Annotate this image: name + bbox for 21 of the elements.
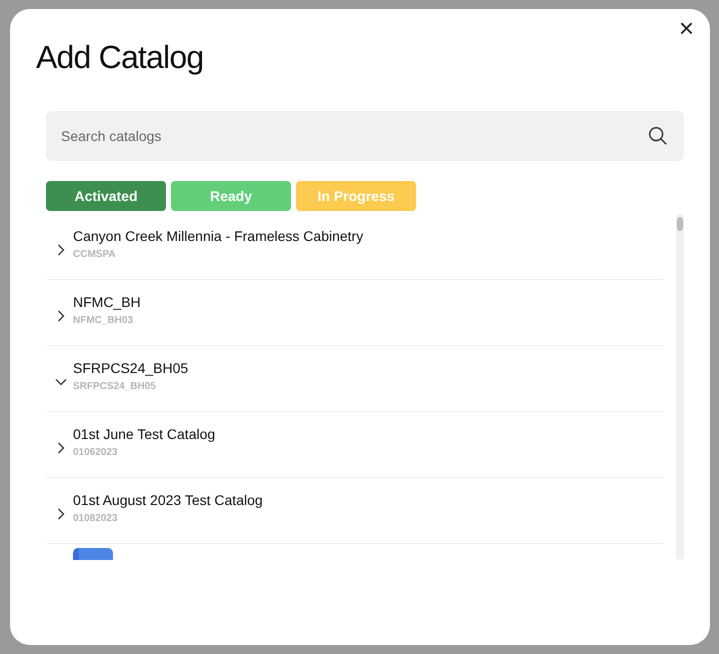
- catalog-name: Canyon Creek Millennia - Frameless Cabinetry: [73, 226, 364, 246]
- catalog-row[interactable]: NFMC_BH NFMC_BH03: [46, 280, 664, 346]
- catalog-code: SRFPCS24_BH05: [73, 380, 157, 394]
- catalog-row[interactable]: 01st June Test Catalog 01062023: [46, 412, 664, 478]
- dialog-title: Add Catalog: [36, 39, 204, 75]
- close-button[interactable]: ×: [674, 15, 698, 41]
- catalog-row[interactable]: 01st August 2023 Test Catalog 01082023: [46, 478, 664, 544]
- catalog-name: 01st August 2023 Test Catalog: [73, 490, 263, 510]
- catalog-code: NFMC_BH03: [73, 314, 134, 328]
- catalog-row[interactable]: SFRPCS24_BH05 SRFPCS24_BH05: [46, 346, 664, 412]
- catalog-code: CCMSPA: [73, 248, 117, 262]
- catalog-code: 01082023: [73, 512, 118, 526]
- search-field[interactable]: Search catalogs: [46, 111, 684, 161]
- catalog-name: NFMC_BH: [73, 292, 141, 312]
- catalog-name: 01st June Test Catalog: [73, 424, 216, 444]
- status-filter[interactable]: Activated: [46, 181, 166, 211]
- catalog-name: SFRPCS24_BH05: [73, 358, 188, 378]
- search-icon[interactable]: [647, 125, 669, 147]
- catalog-code: 01062023: [73, 446, 118, 460]
- scrollbar[interactable]: [676, 214, 684, 560]
- catalog-row[interactable]: Canyon Creek Millennia - Frameless Cabinetry CCMSPA: [46, 214, 664, 280]
